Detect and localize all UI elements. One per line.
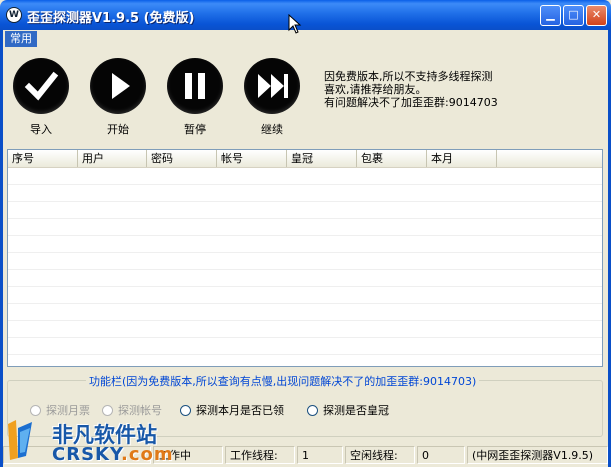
table-row-line: [8, 354, 602, 355]
resume-label: 继续: [261, 123, 283, 136]
pause-icon: [185, 73, 205, 99]
import-label: 导入: [30, 123, 52, 136]
import-button[interactable]: [13, 58, 69, 114]
table-row-line: [8, 252, 602, 253]
column-header-account[interactable]: 帐号: [217, 150, 287, 167]
table-row-line: [8, 286, 602, 287]
column-header-password[interactable]: 密码: [147, 150, 217, 167]
minimize-icon: ▁: [546, 8, 555, 21]
check-icon: [24, 71, 59, 101]
table-header: 序号 用户 密码 帐号 皇冠 包裹 本月: [8, 150, 602, 168]
radio-label: 探测是否皇冠: [323, 404, 389, 417]
title-bar[interactable]: W 歪歪探测器V1.9.5 (免费版) ▁ □ ✕: [0, 0, 611, 30]
maximize-button[interactable]: □: [563, 5, 584, 26]
radio-detect-claimed-this-month[interactable]: 探测本月是否已领: [180, 403, 284, 417]
minimize-button[interactable]: ▁: [540, 5, 561, 26]
notice-line: 有问题解决不了加歪歪群:9014703: [324, 96, 498, 109]
window-frame-left: [0, 30, 3, 467]
table-row-line: [8, 201, 602, 202]
radio-circle-icon: [180, 404, 191, 416]
skip-forward-icon: [258, 74, 288, 98]
window-title: 歪歪探测器V1.9.5 (免费版): [27, 11, 195, 26]
start-button[interactable]: [90, 58, 146, 114]
watermark-en-suffix: .com: [121, 444, 174, 465]
work-threads-label: 工作线程:: [225, 446, 295, 464]
table-row-line: [8, 303, 602, 304]
free-version-notice: 因免费版本,所以不支持多线程探测 喜欢,请推荐给朋友。 有问题解决不了加歪歪群:…: [324, 70, 594, 109]
resume-button[interactable]: [244, 58, 300, 114]
radio-detect-crown[interactable]: 探测是否皇冠: [307, 403, 389, 417]
column-header-month[interactable]: 本月: [427, 150, 497, 167]
menu-item-common[interactable]: 常用: [5, 31, 37, 47]
crsky-logo-icon: [8, 420, 32, 460]
table-row-line: [8, 184, 602, 185]
pause-button[interactable]: [167, 58, 223, 114]
watermark-en-text: CRSKY.com: [52, 444, 174, 465]
status-app-name: (中网歪歪探测器V1.9.5): [467, 446, 608, 464]
close-icon: ✕: [591, 8, 602, 21]
table-row-line: [8, 320, 602, 321]
mouse-cursor-icon: [288, 14, 302, 34]
radio-label: 探测本月是否已领: [196, 404, 284, 417]
notice-line: 因免费版本,所以不支持多线程探测: [324, 70, 493, 83]
table-row-line: [8, 269, 602, 270]
column-header-filler: [497, 150, 602, 167]
table-row-line: [8, 235, 602, 236]
radio-circle-icon: [307, 404, 318, 416]
column-header-user[interactable]: 用户: [78, 150, 147, 167]
site-watermark: 非凡软件站 CRSKY.com: [2, 414, 173, 466]
pause-label: 暂停: [184, 123, 206, 136]
table-row-line: [8, 337, 602, 338]
play-icon: [112, 73, 130, 99]
close-button[interactable]: ✕: [586, 5, 607, 26]
notice-line: 喜欢,请推荐给朋友。: [324, 83, 427, 96]
table-row-line: [8, 218, 602, 219]
column-header-package[interactable]: 包裹: [357, 150, 427, 167]
menu-bar: 常用: [3, 30, 608, 48]
column-header-crown[interactable]: 皇冠: [287, 150, 357, 167]
column-header-index[interactable]: 序号: [8, 150, 78, 167]
idle-threads-label: 空闲线程:: [345, 446, 415, 464]
watermark-en-main: CRSKY: [52, 444, 122, 465]
results-table[interactable]: 序号 用户 密码 帐号 皇冠 包裹 本月: [7, 149, 603, 367]
work-threads-value: 1: [297, 446, 343, 464]
start-label: 开始: [107, 123, 129, 136]
app-icon[interactable]: W: [6, 7, 22, 23]
idle-threads-value: 0: [417, 446, 465, 464]
function-panel-legend: 功能栏(因为免费版本,所以查询有点慢,出现问题解决不了的加歪歪群:9014703…: [86, 373, 480, 389]
maximize-icon: □: [568, 8, 579, 21]
